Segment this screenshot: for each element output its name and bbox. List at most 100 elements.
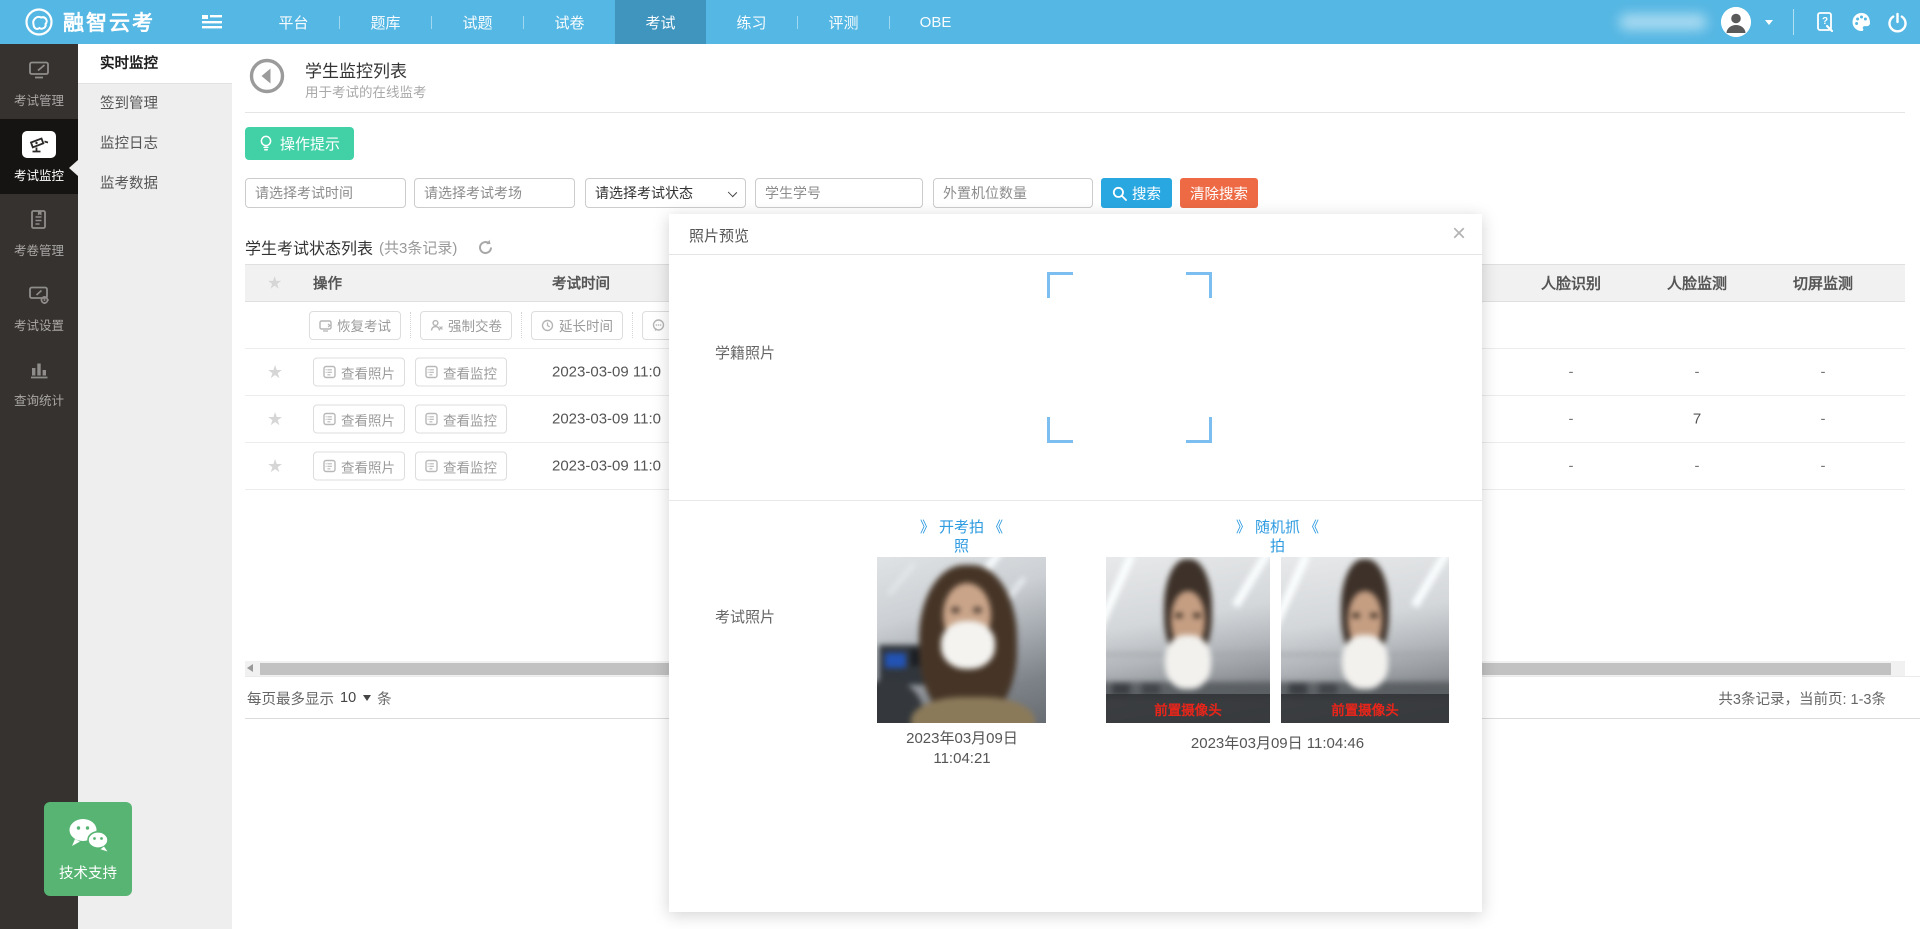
view-monitor-label: 查看监控: [443, 409, 497, 429]
search-button[interactable]: 搜索: [1101, 178, 1172, 208]
nav-item-questions[interactable]: 试题: [432, 0, 523, 44]
nav-item-practice[interactable]: 练习: [706, 0, 797, 44]
submenu-item-monitoring-logs[interactable]: 监控日志: [78, 124, 232, 164]
extend-time-button[interactable]: 延长时间: [531, 311, 623, 340]
view-photos-button[interactable]: 查看照片: [313, 405, 405, 434]
back-button[interactable]: [248, 57, 286, 95]
list-icon: [425, 413, 438, 426]
modal-title: 照片预览: [689, 225, 749, 246]
exam-status-select[interactable]: 请选择考试状态: [585, 178, 746, 208]
record-summary: 共3条记录，当前页: 1-3条: [1718, 677, 1886, 719]
toolbar-separator: [632, 312, 633, 338]
exam-room-input[interactable]: [414, 178, 575, 208]
primary-nav: 平台 题库 试题 试卷 考试 练习 评测 OBE: [248, 0, 981, 44]
logout-power-icon[interactable]: [1886, 11, 1908, 33]
select-caret-icon: [728, 188, 737, 197]
per-page-select[interactable]: 10: [340, 690, 371, 706]
page-subtitle: 用于考试的在线监考: [305, 81, 427, 101]
topbar-right-tools: ?: [1619, 0, 1908, 44]
face-recognition-cell: -: [1531, 411, 1611, 428]
face-monitoring-cell: -: [1657, 458, 1737, 475]
refresh-icon[interactable]: [477, 239, 494, 256]
submenu-item-proctoring-data[interactable]: 监考数据: [78, 164, 232, 204]
favorite-star-icon[interactable]: ★: [267, 363, 283, 381]
scroll-left-arrow[interactable]: [247, 664, 253, 672]
user-menu-caret-icon[interactable]: [1765, 20, 1773, 25]
sidebar-item-exam-management[interactable]: 考试管理: [0, 44, 78, 119]
sidebar-label: 考试监控: [14, 165, 64, 184]
nav-item-platform[interactable]: 平台: [248, 0, 339, 44]
view-photos-label: 查看照片: [341, 409, 395, 429]
submenu-item-realtime-monitoring[interactable]: 实时监控: [78, 44, 232, 84]
brand-logo[interactable]: 融智云考: [24, 0, 155, 44]
per-page-value: 10: [340, 690, 356, 706]
nav-item-papers[interactable]: 试卷: [524, 0, 615, 44]
sidebar-item-query-statistics[interactable]: 查询统计: [0, 344, 78, 419]
sidebar-item-exam-settings[interactable]: 考试设置: [0, 269, 78, 344]
random-capture-title-line1: 》 随机抓 《: [1106, 518, 1449, 537]
message-bubble-icon: [652, 319, 665, 332]
enrollment-photo-placeholder: [1047, 272, 1212, 443]
operation-tips-button[interactable]: 操作提示: [245, 127, 354, 160]
list-icon: [425, 460, 438, 473]
close-icon[interactable]: ×: [1452, 220, 1466, 249]
start-capture-title-line1: 》 开考拍 《: [877, 518, 1046, 537]
filter-bar: 请选择考试状态 搜索 清除搜索: [245, 178, 1258, 208]
view-monitor-button[interactable]: 查看监控: [415, 358, 507, 387]
student-no-input[interactable]: [755, 178, 923, 208]
exam-time-input[interactable]: [245, 178, 406, 208]
per-page-prefix: 每页最多显示: [247, 688, 334, 709]
cloud-logo-icon: [24, 7, 54, 37]
submenu-item-checkin-management[interactable]: 签到管理: [78, 84, 232, 124]
view-monitor-button[interactable]: 查看监控: [415, 405, 507, 434]
wechat-icon: [65, 816, 111, 854]
sidebar-item-paper-management[interactable]: 考卷管理: [0, 194, 78, 269]
view-photos-button[interactable]: 查看照片: [313, 358, 405, 387]
user-avatar[interactable]: [1721, 7, 1751, 37]
exam-photo-label: 考试照片: [715, 606, 775, 627]
view-photos-button[interactable]: 查看照片: [313, 452, 405, 481]
resume-exam-label: 恢复考试: [337, 315, 391, 335]
ext-camera-count-input[interactable]: [933, 178, 1093, 208]
sidebar-label: 考试管理: [14, 90, 64, 109]
resume-exam-button[interactable]: 恢复考试: [309, 311, 401, 340]
favorite-star-icon[interactable]: ★: [267, 410, 283, 428]
viewfinder-corner-icon: [1047, 417, 1073, 443]
header-divider: [245, 112, 1905, 113]
top-nav-bar: 融智云考 平台 题库 试题 试卷 考试 练习 评测 OBE ?: [0, 0, 1920, 44]
nav-item-obe[interactable]: OBE: [890, 0, 981, 44]
photo-preview-modal: 照片预览 × 学籍照片 考试照片 》 开考拍 《 照 》 随机抓 《 拍: [669, 214, 1482, 912]
screen-switch-cell: -: [1783, 364, 1863, 381]
start-capture-timestamp: 2023年03月09日 11:04:21: [847, 729, 1077, 769]
screen-switch-cell: -: [1783, 458, 1863, 475]
view-photos-label: 查看照片: [341, 362, 395, 382]
nav-item-exam-active[interactable]: 考试: [615, 0, 706, 44]
favorite-star-icon[interactable]: ★: [267, 457, 283, 475]
theme-palette-icon[interactable]: [1850, 11, 1872, 33]
sidebar-item-exam-monitoring[interactable]: 考试监控: [0, 119, 78, 194]
tech-support-button[interactable]: 技术支持: [44, 802, 132, 896]
extend-time-label: 延长时间: [559, 315, 613, 335]
paper-management-icon: [22, 206, 56, 233]
list-icon: [323, 366, 336, 379]
page-title: 学生监控列表: [305, 57, 407, 82]
view-monitor-label: 查看监控: [443, 456, 497, 476]
person-icon: [430, 319, 443, 332]
random-capture-group-header[interactable]: 》 随机抓 《 拍: [1106, 518, 1449, 556]
menu-toggle-icon[interactable]: [202, 13, 222, 31]
col-face-monitoring: 人脸监测: [1657, 273, 1737, 294]
webcam-photo-random-1: 前置摄像头: [1106, 557, 1270, 723]
clear-search-button[interactable]: 清除搜索: [1180, 178, 1258, 208]
view-monitor-button[interactable]: 查看监控: [415, 452, 507, 481]
nav-item-question-bank[interactable]: 题库: [340, 0, 431, 44]
help-icon[interactable]: ?: [1814, 11, 1836, 33]
force-submit-button[interactable]: 强制交卷: [420, 311, 512, 340]
per-page-suffix: 条: [377, 688, 392, 709]
exam-settings-icon: [22, 281, 56, 308]
view-photos-label: 查看照片: [341, 456, 395, 476]
star-icon: ★: [267, 275, 282, 292]
list-icon: [323, 460, 336, 473]
start-capture-group-header[interactable]: 》 开考拍 《 照: [877, 518, 1046, 556]
nav-item-evaluation[interactable]: 评测: [798, 0, 889, 44]
active-item-pointer: [69, 160, 78, 176]
